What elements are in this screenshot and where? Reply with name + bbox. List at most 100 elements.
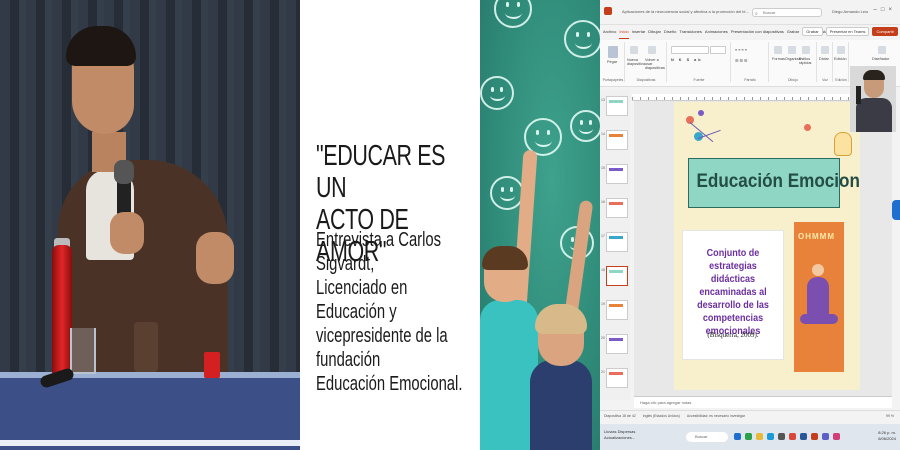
headline-line-1: "EDUCAR ES UN: [316, 140, 446, 204]
slide-thumbnails-pane[interactable]: 13 14 15 16 17 18 19 20 21: [600, 90, 630, 400]
decor-dot: [698, 110, 704, 116]
new-slide-label: Nueva diapositiva: [627, 58, 645, 66]
slide[interactable]: Educación Emocional Conjunto de estrateg…: [674, 102, 860, 390]
font-size-dropdown[interactable]: [710, 46, 726, 54]
subtitle-line-2: Licenciado en Educación y: [316, 277, 408, 323]
menu-item[interactable]: Dibujar: [648, 26, 661, 38]
windows-taskbar: Lluvias Dispersas Actualizaciones... Bus…: [600, 424, 900, 450]
notes-pane[interactable]: Haga clic para agregar notas: [634, 396, 892, 408]
search-input[interactable]: ⌕ Buscar: [752, 8, 822, 17]
thumbnail-preview: [609, 338, 623, 341]
folder-icon[interactable]: [756, 433, 763, 440]
slide-thumbnail[interactable]: [606, 164, 628, 184]
language-indicator[interactable]: Inglés (Estados Unidos): [643, 414, 680, 418]
speaker-left-hand: [110, 212, 144, 254]
font-format-icons[interactable]: N K S ab: [671, 58, 703, 62]
minimize-icon[interactable]: –: [874, 7, 881, 13]
quick-styles-icon[interactable]: [802, 46, 810, 54]
app-icon[interactable]: [833, 433, 840, 440]
accessibility-indicator[interactable]: Accesibilidad: es necesario investigar: [687, 414, 745, 418]
menu-item[interactable]: Inicio: [619, 26, 629, 39]
arrange-icon[interactable]: [788, 46, 796, 54]
thumbnail-preview: [609, 236, 623, 239]
powerpoint-icon[interactable]: [811, 433, 818, 440]
present-teams-button[interactable]: Presentar en Teams: [825, 27, 870, 36]
search-icon: ⌕: [755, 11, 758, 17]
slide-text-card[interactable]: Conjunto de estrategias didácticas encam…: [682, 230, 784, 360]
shapes-icon[interactable]: [774, 46, 782, 54]
thumbnail-preview: [609, 270, 623, 273]
slide-thumbnail[interactable]: [606, 96, 628, 116]
menu-item[interactable]: Animaciones: [705, 26, 728, 38]
title-bar: Aplicaciones de la neurociencia social y…: [600, 0, 900, 25]
reuse-slides-icon[interactable]: [648, 46, 656, 54]
font-name-dropdown[interactable]: [671, 46, 709, 54]
smiley-drawing: [570, 110, 600, 142]
thumbnail-number: 21: [601, 370, 605, 374]
edge-icon[interactable]: [767, 433, 774, 440]
microphone-icon[interactable]: [821, 46, 829, 54]
red-cup: [204, 352, 220, 378]
paragraph-icons[interactable]: ☰ ☰ ☰: [735, 58, 747, 63]
slide-counter: Diapositiva 18 de 42: [604, 414, 636, 418]
chrome-icon[interactable]: [789, 433, 796, 440]
subtitle: Entrevista a Carlos Sigvardt, Licenciado…: [316, 228, 475, 396]
status-bar: Diapositiva 18 de 42 Inglés (Estados Uni…: [600, 410, 900, 421]
taskbar-search-input[interactable]: Buscar: [686, 432, 728, 442]
webcam-person-hair: [863, 70, 885, 80]
windows-start-icon[interactable]: [734, 433, 741, 440]
teams-icon[interactable]: [822, 433, 829, 440]
new-slide-icon[interactable]: [630, 46, 638, 54]
share-button[interactable]: Compartir: [872, 27, 898, 36]
slide-citation: (Bisquerra, 2009).: [707, 331, 759, 339]
ribbon-group-slides: Nueva diapositiva Volver a usar diaposit…: [626, 42, 667, 82]
ribbon-group-label: Fuente: [693, 78, 705, 82]
close-icon[interactable]: ×: [888, 7, 896, 13]
paragraph-icons[interactable]: ≡ ≡ ≡ ≡: [735, 48, 747, 52]
system-clock[interactable]: 8:26 p. m. 6/06/2024: [878, 430, 896, 442]
thumbnail-number: 20: [601, 336, 605, 340]
record-button[interactable]: Grabar: [802, 27, 823, 36]
paste-icon[interactable]: [608, 46, 618, 58]
slide-thumbnail[interactable]: [606, 368, 628, 388]
decor-dot: [804, 124, 811, 131]
side-panel-toggle-icon[interactable]: [892, 200, 900, 220]
designer-icon[interactable]: [878, 46, 886, 54]
browser-icon[interactable]: [745, 433, 752, 440]
slide-thumbnail[interactable]: [606, 300, 628, 320]
slide-thumbnail[interactable]: [606, 130, 628, 150]
menu-item[interactable]: Grabar: [787, 26, 799, 38]
menu-item[interactable]: Diseño: [664, 26, 676, 38]
meditation-image-text: OHMMM: [798, 232, 835, 241]
slide-title-box[interactable]: Educación Emocional: [688, 158, 861, 208]
slide-thumbnail[interactable]: [606, 334, 628, 354]
zoom-level[interactable]: 99 %: [886, 411, 894, 421]
powerpoint-window: Aplicaciones de la neurociencia social y…: [600, 0, 900, 450]
child-2-shirt: [530, 360, 592, 450]
headline-panel: "EDUCAR ES UN ACTO DE AMOR" Entrevista a…: [300, 0, 480, 450]
speaker-photo: [0, 0, 300, 450]
menu-item[interactable]: Presentación con diapositivas: [731, 26, 784, 38]
slide-thumbnail[interactable]: [606, 198, 628, 218]
webcam-microphone: [856, 86, 861, 104]
slide-thumbnail[interactable]: [606, 232, 628, 252]
menu-item[interactable]: Transiciones: [679, 26, 702, 38]
meditation-image[interactable]: OHMMM: [794, 222, 844, 372]
slide-thumbnail[interactable]: [606, 266, 628, 286]
thumbnail-number: 17: [601, 234, 605, 238]
ribbon-group-font: N K S ab Fuente: [668, 42, 731, 82]
menu-item[interactable]: Insertar: [632, 26, 646, 38]
thumbnail-number: 18: [601, 268, 605, 272]
ribbon-group-label: Diapositivas: [636, 78, 656, 82]
menu-item[interactable]: Archivo: [603, 26, 616, 38]
search-icon[interactable]: [837, 46, 845, 54]
meditating-figure-body: [807, 277, 829, 317]
weather-widget[interactable]: Lluvias Dispersas Actualizaciones...: [604, 429, 635, 441]
store-icon[interactable]: [778, 433, 785, 440]
search-placeholder: Buscar: [763, 10, 776, 15]
slide-title: Educación Emocional: [696, 171, 861, 192]
word-icon[interactable]: [800, 433, 807, 440]
meditating-figure-legs: [800, 314, 838, 324]
thumbnail-number: 15: [601, 166, 605, 170]
meditating-figure-head: [812, 264, 824, 276]
